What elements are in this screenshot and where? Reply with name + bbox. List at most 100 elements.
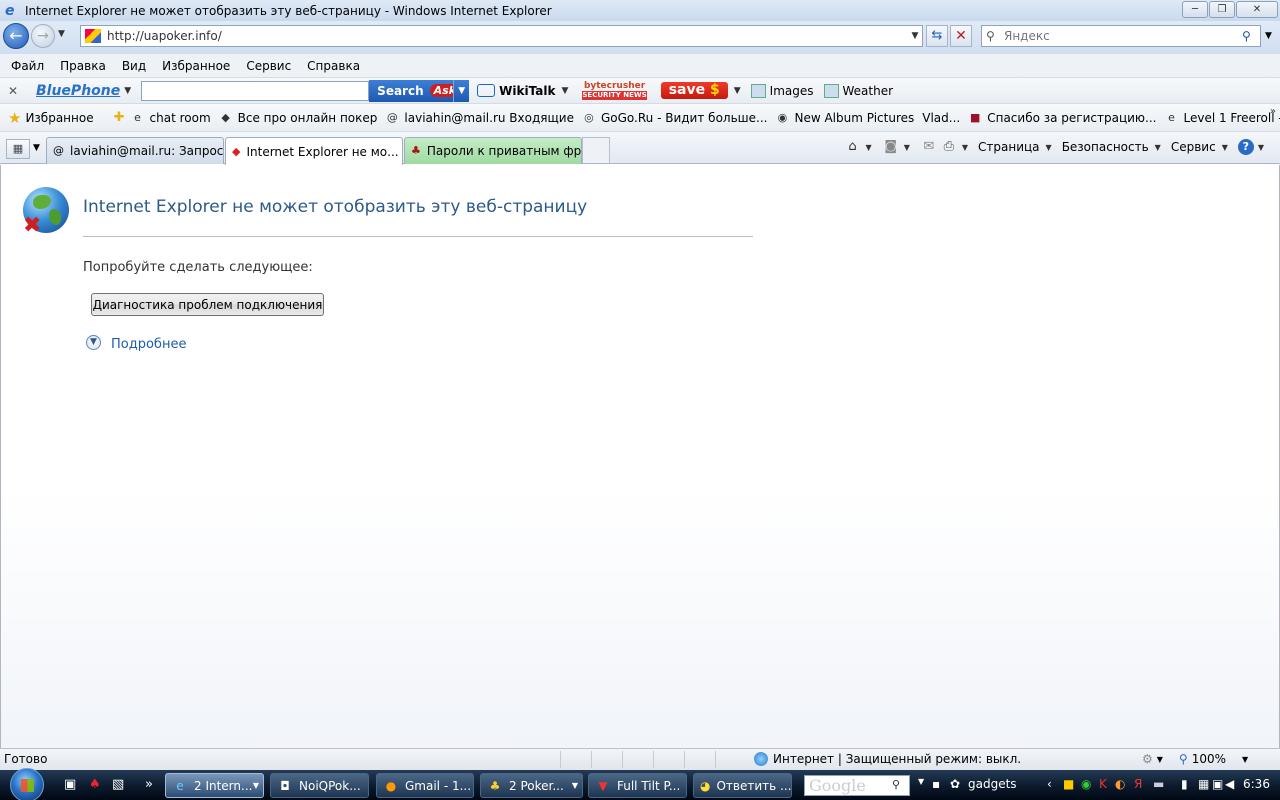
favorites-overflow-icon[interactable]: » [1270,106,1276,117]
wikitalk-dropdown-icon[interactable]: ▼ [561,86,568,96]
feeds-dropdown-icon[interactable]: ▼ [904,143,910,152]
mail-icon[interactable]: ✉ [920,138,938,156]
add-to-favorites-bar-icon[interactable]: ✚ [114,110,125,125]
address-dropdown-icon[interactable]: ▼ [908,31,922,41]
tray-app-icon[interactable]: ■ [1063,777,1074,791]
search-box[interactable]: ⚲ ⚲ [981,25,1261,47]
taskbar-button-poker[interactable]: ♣ 2 Poker... ▼ [480,773,583,798]
save-dropdown-icon[interactable]: ▼ [734,86,741,96]
language-flag-icon[interactable]: ▬ [1153,777,1164,791]
page-menu-dropdown-icon[interactable]: ▼ [1046,143,1052,152]
forward-button[interactable]: → [31,24,55,48]
tray-app-icon[interactable]: ▣ [1212,777,1223,791]
favorites-center-button[interactable]: Избранное [25,111,93,125]
diagnose-connection-button[interactable]: Диагностика проблем подключения [91,293,324,316]
tray-app-icon[interactable]: ▮ [1181,777,1188,791]
start-button[interactable] [10,768,44,800]
home-dropdown-icon[interactable]: ▼ [866,143,872,152]
network-icon[interactable]: ▦ [1198,777,1209,791]
help-dropdown-icon[interactable]: ▼ [1258,143,1264,152]
tab-passwords[interactable]: ♣ Пароли к приватным фр... [404,137,582,164]
new-tab-button[interactable] [582,137,610,163]
safety-menu[interactable]: Безопасность [1062,140,1149,154]
tools-menu-dropdown-icon[interactable]: ▼ [1222,143,1228,152]
deskbar-dropdown-icon[interactable]: ▼ [918,777,924,786]
address-field[interactable]: http://uapoker.info/ ▼ [80,25,923,47]
help-icon[interactable]: ? [1237,139,1254,155]
switch-windows-icon[interactable]: ▧ [112,777,124,792]
more-info-link[interactable]: Подробнее [111,337,186,352]
favorites-link[interactable]: Vlad... [922,111,960,125]
favorites-star-icon[interactable]: ★ [8,109,21,127]
zoom-icon[interactable]: ⚲ [1179,752,1188,766]
tray-app-icon[interactable]: Я [1134,777,1142,791]
taskbar-button-gmail[interactable]: ● Gmail - 1... [376,773,474,798]
print-dropdown-icon[interactable]: ▼ [962,143,968,152]
images-button[interactable]: Images [750,83,814,98]
refresh-button[interactable]: ⇆ [926,25,948,47]
favorites-link[interactable]: ◉ New Album Pictures [775,111,915,125]
toolbar-search-button[interactable]: Search Ask [369,79,461,102]
menu-favorites[interactable]: Избранное [154,59,238,73]
bluephone-dropdown-icon[interactable]: ▼ [124,86,131,96]
deskbar-search-icon[interactable]: ⚲ [892,778,900,791]
home-icon[interactable]: ⌂ [844,138,862,156]
feeds-icon[interactable]: ◙ [882,138,900,156]
volume-icon[interactable]: ◀ [1225,777,1234,791]
quicklaunch-overflow-icon[interactable]: » [145,777,153,792]
quicklaunch-app-icon[interactable]: ♠ [89,777,101,792]
tray-app-icon[interactable]: ◐ [1115,777,1125,791]
favorites-link[interactable]: e chat room [131,111,211,125]
search-go-icon[interactable]: ⚲ [1242,29,1260,43]
zoom-dropdown-icon[interactable]: ▼ [1242,755,1248,764]
tray-app-icon[interactable]: K [1099,777,1107,791]
taskbar-button-reply[interactable]: ◕ Ответить ... [693,773,792,798]
wikitalk-button[interactable]: WikiTalk [477,84,555,98]
gadgets-label[interactable]: gadgets [968,777,1017,791]
tray-expand-icon[interactable]: ‹ [1047,777,1052,791]
protected-mode-icon[interactable]: ⚙ [1142,752,1153,766]
menu-file[interactable]: Файл [3,59,52,73]
clock[interactable]: 6:36 [1243,777,1270,791]
save-button[interactable]: save $ [660,82,728,99]
toolbar-close-icon[interactable]: ✕ [0,84,26,98]
taskbar-button-ie[interactable]: e 2 Intern... ▼ [165,773,264,798]
gadgets-icon[interactable]: ✿ [950,777,960,791]
tab-error-page[interactable]: ◆ Internet Explorer не мо... ✕ [225,137,403,165]
menu-tools[interactable]: Сервис [238,59,299,73]
toolbar-search-input[interactable] [141,80,370,101]
page-menu[interactable]: Страница [978,140,1040,154]
address-url[interactable]: http://uapoker.info/ [107,29,908,43]
weather-button[interactable]: Weather [823,83,893,98]
protected-mode-dropdown-icon[interactable]: ▼ [1157,755,1163,764]
deskbar-square-icon[interactable]: ▪ [932,777,940,791]
security-zone[interactable]: Интернет | Защищенный режим: выкл. [754,752,1021,766]
tab-mail[interactable]: @ laviahin@mail.ru: Запрос ... [46,137,224,164]
tools-menu[interactable]: Сервис [1171,140,1216,154]
recent-pages-dropdown-icon[interactable]: ▼ [58,29,65,39]
bytecrusher-button[interactable]: bytecrusher SECURITY NEWS [582,81,647,100]
taskbar-button-noiq[interactable]: ◘ NoiQPok... [270,773,369,798]
tab-list-dropdown-icon[interactable]: ▼ [33,143,40,153]
toolbar-search-dropdown-icon[interactable]: ▼ [453,79,470,102]
tray-app-icon[interactable]: ◉ [1081,777,1091,791]
search-input[interactable] [1004,29,1242,43]
favorites-link[interactable]: ■ Спасибо за регистрацию... [968,111,1156,125]
bluephone-logo[interactable]: BluePhone [36,83,120,99]
favorites-link[interactable]: ◎ GoGo.Ru - Видит больше... [582,111,767,125]
print-icon[interactable]: ⎙ [940,138,958,156]
close-button[interactable]: ✕ [1236,1,1278,18]
search-options-dropdown-icon[interactable]: ▼ [1265,31,1272,41]
favorites-link[interactable]: ◆ Все про онлайн покер [219,111,377,125]
expand-chevron-icon[interactable]: ▼ [86,335,101,350]
maximize-button[interactable]: ❐ [1209,1,1235,18]
taskbar-button-fulltilt[interactable]: ▼ Full Tilt P... [588,773,687,798]
stop-button[interactable]: ✕ [950,25,972,47]
minimize-button[interactable]: ─ [1182,1,1208,18]
quick-tabs-button[interactable]: ▦ [6,139,30,159]
back-button[interactable]: ← [3,23,29,49]
favorites-link[interactable]: @ laviahin@mail.ru Входящие [385,111,574,125]
show-desktop-icon[interactable]: ▣ [64,777,76,792]
menu-edit[interactable]: Правка [52,59,114,73]
menu-help[interactable]: Справка [299,59,368,73]
